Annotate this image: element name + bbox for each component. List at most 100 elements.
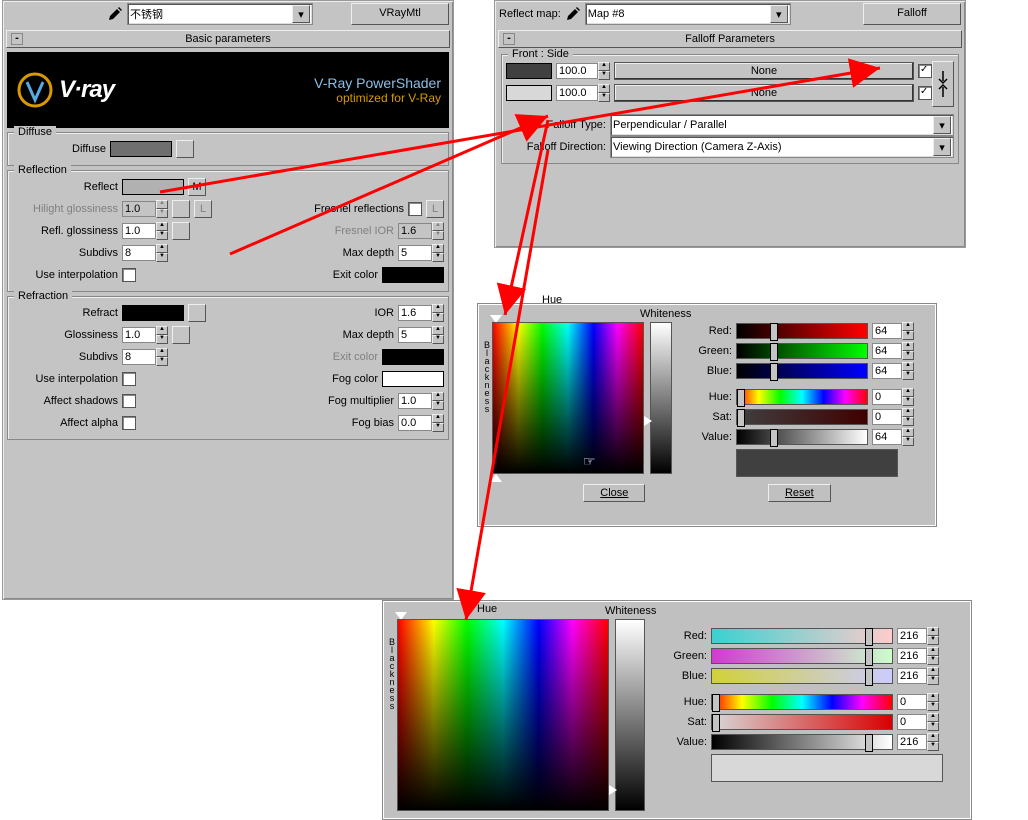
reflect-color-swatch[interactable] (122, 179, 184, 195)
slot2-amount-spinner[interactable]: ▲▼ (556, 84, 610, 102)
hilight-gloss-spinner[interactable]: ▲▼ (122, 200, 168, 218)
value-slider[interactable] (711, 734, 893, 750)
falloff-params-rollout[interactable]: - Falloff Parameters (498, 30, 962, 48)
hilight-map-button[interactable] (172, 200, 190, 218)
sat-input[interactable] (897, 714, 927, 730)
r-maxdepth-spinner[interactable]: ▲▼ (398, 326, 444, 344)
diffuse-color-swatch[interactable] (110, 141, 172, 157)
value-input[interactable] (897, 734, 927, 750)
refl-gloss-spinner[interactable]: ▲▼ (122, 222, 168, 240)
slot1-enable-checkbox[interactable] (918, 64, 932, 78)
hue-input[interactable] (872, 389, 902, 405)
reset-button[interactable]: Reset (768, 484, 831, 502)
blue-slider[interactable] (736, 363, 868, 379)
subdivs-spinner[interactable]: ▲▼ (122, 244, 168, 262)
fog-color-swatch[interactable] (382, 371, 444, 387)
r-maxdepth-input[interactable] (398, 327, 432, 343)
exit-color-swatch[interactable] (382, 267, 444, 283)
falloff-type-dropdown[interactable]: Perpendicular / Parallel ▾ (610, 114, 954, 136)
hue-bottom-marker[interactable] (490, 474, 502, 482)
subdivs-input[interactable] (122, 245, 156, 261)
fog-bias-spinner[interactable]: ▲▼ (398, 414, 444, 432)
falloff-slot1-swatch[interactable] (506, 63, 552, 79)
blue-input[interactable] (872, 363, 902, 379)
material-name-dropdown[interactable]: 不锈钢 ▾ (127, 3, 313, 25)
glossiness-map-button[interactable] (172, 326, 190, 344)
glossiness-input[interactable] (122, 327, 156, 343)
whiteness-marker[interactable] (644, 416, 652, 426)
red-input[interactable] (897, 628, 927, 644)
green-slider[interactable] (736, 343, 868, 359)
material-type-button[interactable]: VRayMtl (351, 3, 449, 25)
chevron-down-icon[interactable]: ▾ (292, 5, 310, 23)
fog-mult-spinner[interactable]: ▲▼ (398, 392, 444, 410)
map-name-dropdown[interactable]: Map #8 ▾ (585, 3, 791, 25)
refract-map-button[interactable] (188, 304, 206, 322)
fog-bias-input[interactable] (398, 415, 432, 431)
falloff-slot2-swatch[interactable] (506, 85, 552, 101)
slot2-enable-checkbox[interactable] (918, 86, 932, 100)
use-interp-checkbox[interactable] (122, 268, 136, 282)
glossiness-label: Glossiness (12, 329, 118, 341)
chevron-down-icon[interactable]: ▾ (933, 116, 951, 134)
red-slider[interactable] (711, 628, 893, 644)
glossiness-spinner[interactable]: ▲▼ (122, 326, 168, 344)
maxdepth-input[interactable] (398, 245, 432, 261)
r-subdivs-spinner[interactable]: ▲▼ (122, 348, 168, 366)
close-button[interactable]: Close (583, 484, 645, 502)
refl-gloss-input[interactable] (122, 223, 156, 239)
whiteness-slider[interactable] (615, 619, 645, 811)
hue-slider[interactable] (711, 694, 893, 710)
reflect-map-button[interactable]: M (188, 178, 206, 196)
whiteness-label: Whiteness (605, 605, 656, 617)
falloff-dir-dropdown[interactable]: Viewing Direction (Camera Z-Axis) ▾ (610, 136, 954, 158)
hue-input[interactable] (897, 694, 927, 710)
blue-input[interactable] (897, 668, 927, 684)
lock-button[interactable]: L (194, 200, 212, 218)
blue-slider[interactable] (711, 668, 893, 684)
affect-shadows-label: Affect shadows (12, 395, 118, 407)
chevron-down-icon[interactable]: ▾ (770, 5, 788, 23)
sat-slider[interactable] (711, 714, 893, 730)
whiteness-marker[interactable] (609, 785, 617, 795)
diffuse-map-button[interactable] (176, 140, 194, 158)
red-slider[interactable] (736, 323, 868, 339)
fog-mult-input[interactable] (398, 393, 432, 409)
ior-spinner[interactable]: ▲▼ (398, 304, 444, 322)
hue-field[interactable]: ☞ (492, 322, 644, 474)
swap-slots-button[interactable] (932, 61, 954, 107)
fresnel-lock-button: L (426, 200, 444, 218)
green-slider[interactable] (711, 648, 893, 664)
eyedropper-icon[interactable] (107, 6, 123, 22)
whiteness-slider[interactable] (650, 322, 672, 474)
map-type-button[interactable]: Falloff (863, 3, 961, 25)
chevron-down-icon[interactable]: ▾ (933, 138, 951, 156)
refract-color-swatch[interactable] (122, 305, 184, 321)
eyedropper-icon[interactable] (565, 6, 581, 22)
basic-params-rollout[interactable]: - Basic parameters (6, 30, 450, 48)
ior-input[interactable] (398, 305, 432, 321)
r-subdivs-input[interactable] (122, 349, 156, 365)
green-input[interactable] (872, 343, 902, 359)
slot1-amount-input[interactable] (556, 63, 598, 79)
sat-input[interactable] (872, 409, 902, 425)
r-use-interp-checkbox[interactable] (122, 372, 136, 386)
fresnel-refl-checkbox[interactable] (408, 202, 422, 216)
value-input[interactable] (872, 429, 902, 445)
maxdepth-spinner[interactable]: ▲▼ (398, 244, 444, 262)
hue-slider[interactable] (736, 389, 868, 405)
green-input[interactable] (897, 648, 927, 664)
affect-shadows-checkbox[interactable] (122, 394, 136, 408)
r-exit-color-swatch[interactable] (382, 349, 444, 365)
slot1-amount-spinner[interactable]: ▲▼ (556, 62, 610, 80)
slot2-amount-input[interactable] (556, 85, 598, 101)
hilight-gloss-input[interactable] (122, 201, 156, 217)
sat-slider[interactable] (736, 409, 868, 425)
affect-alpha-checkbox[interactable] (122, 416, 136, 430)
refl-gloss-map-button[interactable] (172, 222, 190, 240)
red-input[interactable] (872, 323, 902, 339)
value-slider[interactable] (736, 429, 868, 445)
slot1-map-button[interactable]: None (614, 62, 914, 80)
slot2-map-button[interactable]: None (614, 84, 914, 102)
hue-field[interactable] (397, 619, 609, 811)
